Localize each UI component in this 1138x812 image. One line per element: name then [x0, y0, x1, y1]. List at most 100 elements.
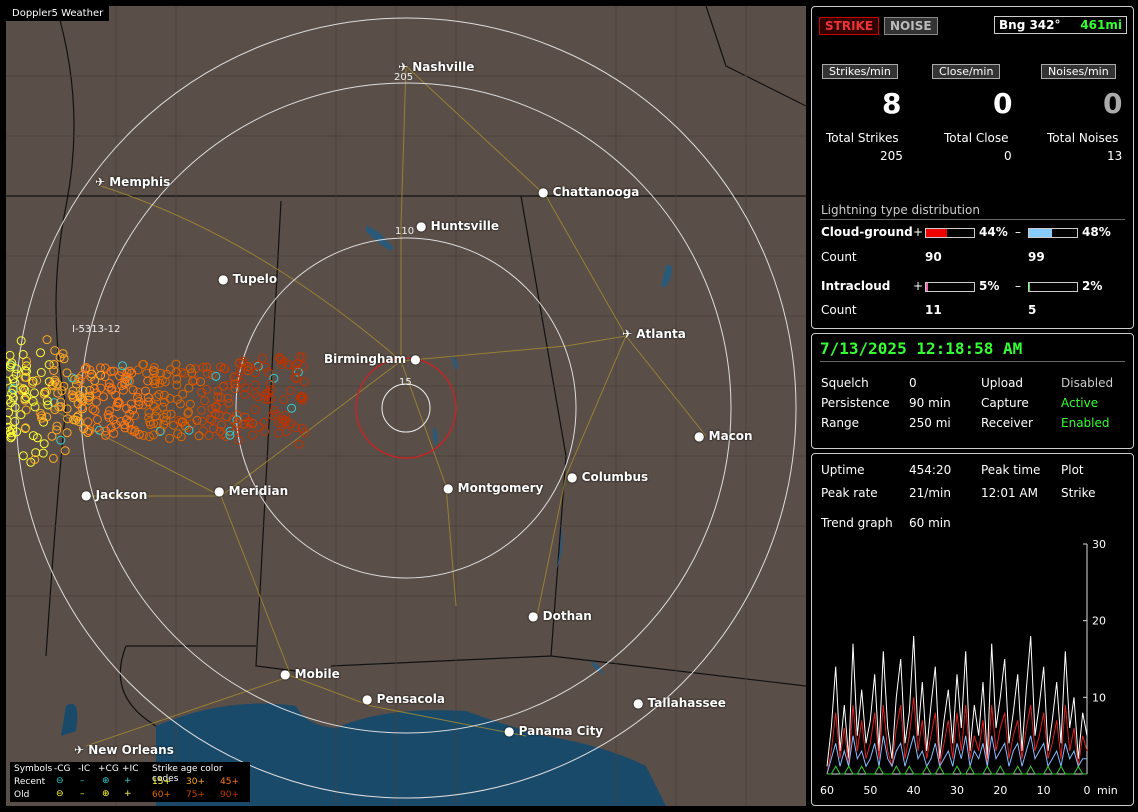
strike-marker	[47, 431, 57, 441]
ic-negative-bar	[1028, 282, 1078, 292]
noise-button[interactable]: NOISE	[884, 17, 938, 35]
city-tupelo: ● Tupelo	[218, 272, 278, 286]
cg-negative-bar	[1028, 228, 1078, 238]
strike-marker	[197, 416, 207, 426]
strike-marker	[261, 362, 271, 372]
peak-time-value: 12:01 AM	[981, 486, 1038, 500]
legend-symbols-label: Symbols	[14, 764, 53, 774]
ring-label-110: 110	[395, 226, 415, 237]
bearing-display: Bng 342° 461mi	[994, 16, 1127, 34]
x-tick-label: 40	[907, 784, 921, 797]
x-tick-label: 0	[1084, 784, 1091, 797]
receiver-label: Receiver	[981, 416, 1033, 430]
city-chattanooga: ● Chattanooga	[538, 185, 640, 199]
city-panama-city-label: Panama City	[518, 724, 604, 738]
old-pos-ic-symbol-icon: +	[124, 789, 132, 799]
strike-marker	[259, 417, 269, 427]
map-overlay	[6, 6, 806, 806]
persistence-label: Persistence	[821, 396, 890, 410]
old-pos-cg-symbol-icon: ⊕	[102, 789, 110, 799]
trend-graph-label: Trend graph	[821, 516, 893, 530]
trend-graph: 30 20 10 60 50 40 30 20 10 0 min	[820, 538, 1118, 797]
strike-marker	[250, 380, 260, 390]
strike-marker	[143, 392, 153, 402]
city-tallahassee-label: Tallahassee	[647, 696, 726, 710]
peak-time-label: Peak time	[981, 463, 1041, 477]
strike-marker	[36, 368, 46, 377]
capture-status: Active	[1061, 396, 1099, 410]
bearing-value: Bng 342°	[999, 18, 1061, 32]
cg-minus-sign: –	[1015, 225, 1021, 239]
strike-marker	[172, 394, 182, 404]
x-tick-label: 50	[863, 784, 877, 797]
strike-marker	[100, 363, 110, 373]
strike-marker	[274, 428, 284, 438]
neg-ic-symbol-icon: –	[80, 776, 85, 786]
strikes-per-min-value: 8	[882, 87, 902, 120]
divider	[820, 361, 1125, 362]
strike-marker	[185, 364, 195, 373]
city-columbus: ● Columbus	[567, 470, 649, 484]
close-per-min-value: 0	[993, 87, 1013, 120]
map-title: Doppler5 Weather	[6, 6, 110, 21]
strike-marker	[169, 420, 179, 430]
upload-label: Upload	[981, 376, 1024, 390]
city-atlanta-label: Atlanta	[636, 327, 686, 341]
noises-per-min-value: 0	[1103, 87, 1123, 120]
strike-marker	[152, 392, 162, 402]
city-pensacola: ● Pensacola	[362, 692, 445, 706]
strike-marker	[36, 348, 45, 358]
trend-graph-value: 60 min	[909, 516, 951, 530]
city-chattanooga-label: Chattanooga	[552, 185, 640, 199]
old-neg-ic-symbol-icon: –	[80, 789, 85, 799]
strike-marker	[250, 368, 260, 378]
cg-negative-pct: 48%	[1082, 225, 1111, 239]
total-close-value: 0	[1004, 149, 1012, 163]
strike-marker	[194, 431, 204, 441]
strike-marker	[287, 403, 297, 413]
city-mobile-label: Mobile	[294, 667, 340, 681]
ic-positive-pct: 5%	[979, 279, 1000, 293]
city-atlanta: ✈ Atlanta	[622, 327, 686, 341]
strike-marker	[200, 396, 210, 406]
datetime: 7/13/2025 12:18:58 AM	[820, 339, 1023, 358]
strike-marker	[42, 335, 52, 345]
strike-marker	[62, 368, 72, 378]
strike-marker	[282, 427, 291, 437]
city-dothan-label: Dothan	[542, 609, 592, 623]
legend-age-75: 75+	[186, 790, 205, 800]
strike-marker	[6, 350, 15, 360]
city-memphis: ✈ Memphis	[95, 175, 171, 189]
strike-marker	[294, 439, 304, 449]
lightning-map[interactable]: Doppler5 Weather ✈ Nashville ✈ Memphis ●…	[6, 6, 806, 806]
pos-ic-symbol-icon: +	[124, 776, 132, 786]
strike-marker	[143, 376, 153, 386]
y-tick-label: 10	[1092, 691, 1106, 704]
distribution-title: Lightning type distribution	[821, 203, 980, 217]
trend-series-1	[826, 697, 1088, 775]
strike-button[interactable]: STRIKE	[819, 17, 880, 35]
strike-marker	[160, 377, 170, 387]
ring-label-15: 15	[399, 377, 412, 388]
uptime-label: Uptime	[821, 463, 865, 477]
old-neg-cg-symbol-icon: ⊖	[56, 789, 64, 799]
city-new-orleans: ✈ New Orleans	[74, 743, 174, 757]
strike-marker	[10, 402, 20, 412]
strike-stats-panel: STRIKE NOISE Bng 342° 461mi Strikes/min …	[811, 6, 1134, 329]
city-meridian: ● Meridian	[214, 484, 289, 498]
city-montgomery: ● Montgomery	[443, 481, 544, 495]
plot-value[interactable]: Strike	[1061, 486, 1096, 500]
ic-minus-sign: –	[1015, 279, 1021, 293]
strike-marker	[257, 353, 267, 363]
ic-count-label: Count	[821, 303, 857, 317]
strike-marker	[16, 410, 26, 420]
cg-plus-sign: +	[913, 225, 924, 239]
peak-rate-label: Peak rate	[821, 486, 878, 500]
strike-marker	[39, 439, 49, 449]
city-macon: ● Macon	[694, 429, 753, 443]
strike-marker	[175, 399, 185, 409]
strike-marker	[10, 416, 20, 426]
city-huntsville-label: Huntsville	[430, 219, 499, 233]
peak-rate-value: 21/min	[909, 486, 951, 500]
legend-old-label: Old	[14, 790, 30, 800]
